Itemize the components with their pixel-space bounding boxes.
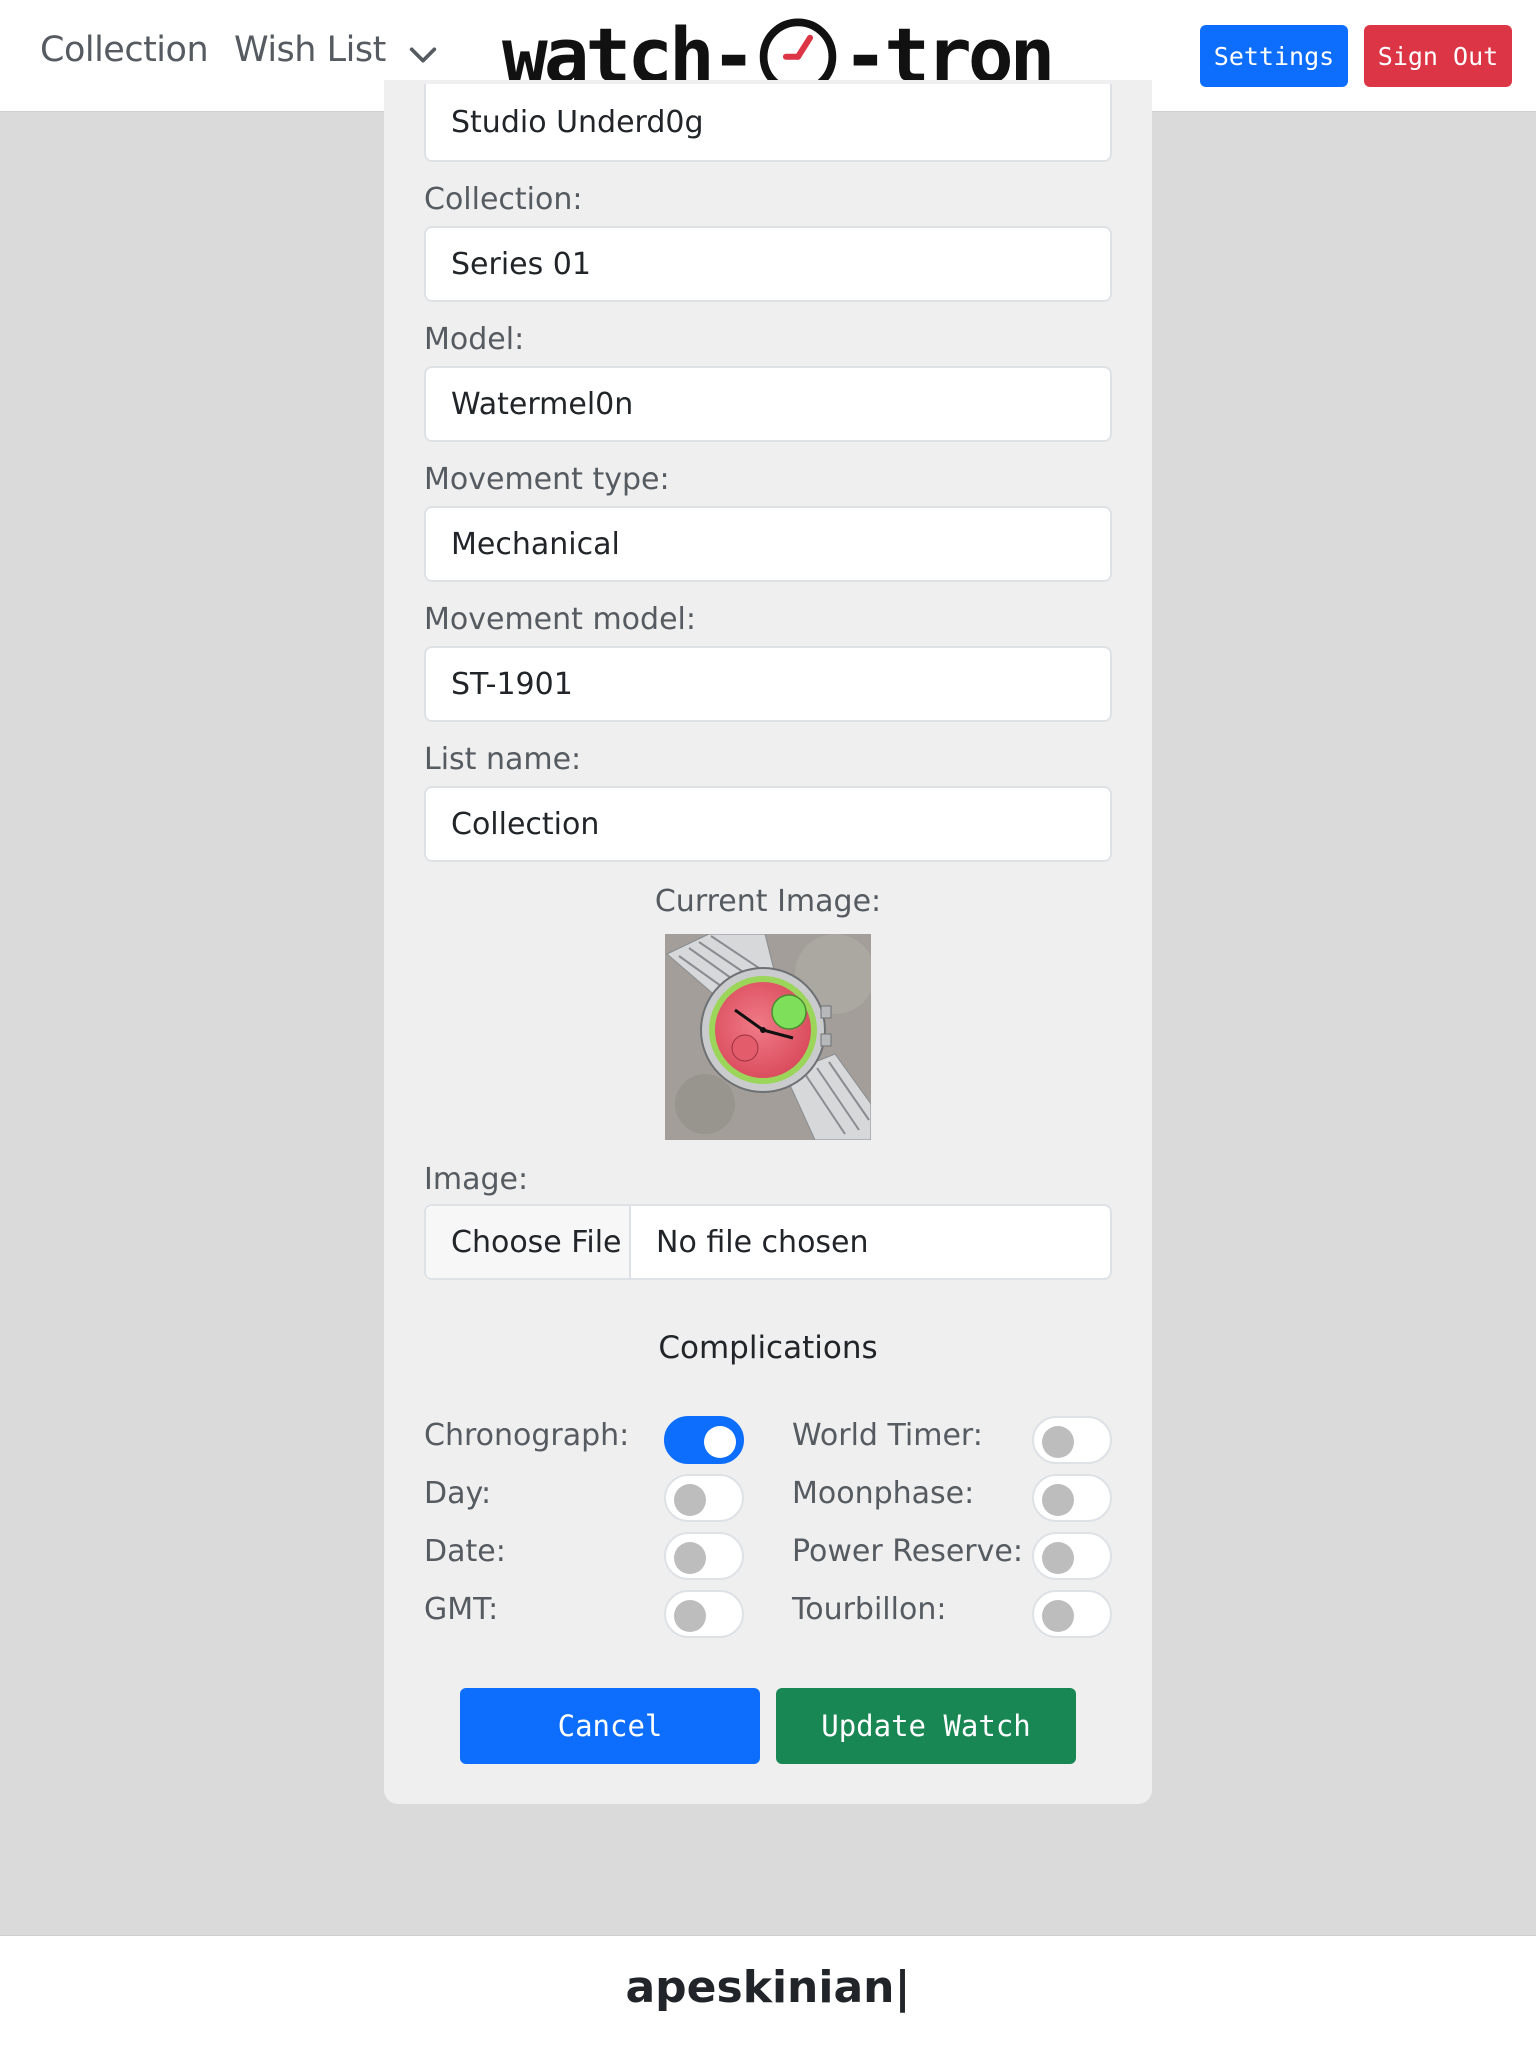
toggle-knob	[1042, 1426, 1074, 1458]
complication-label-moonphase: Moonphase:	[792, 1476, 975, 1511]
toggle-knob	[1042, 1600, 1074, 1632]
movement-type-label: Movement type:	[424, 462, 670, 497]
toggle-knob	[1042, 1542, 1074, 1574]
movement-model-label: Movement model:	[424, 602, 696, 637]
complication-label-day: Day:	[424, 1476, 492, 1511]
complication-label-gmt: GMT:	[424, 1592, 499, 1627]
nav-wishlist-link[interactable]: Wish List	[234, 30, 386, 70]
toggle-knob	[674, 1542, 706, 1574]
complication-label-chronograph: Chronograph:	[424, 1418, 630, 1453]
world-timer-toggle[interactable]	[1032, 1416, 1112, 1464]
complication-label-world-timer: World Timer:	[792, 1418, 983, 1453]
complication-label-power-reserve: Power Reserve:	[792, 1534, 1023, 1569]
toggle-knob	[674, 1484, 706, 1516]
day-toggle[interactable]	[664, 1474, 744, 1522]
gmt-toggle[interactable]	[664, 1590, 744, 1638]
settings-button[interactable]: Settings	[1200, 25, 1348, 87]
list-name-label: List name:	[424, 742, 582, 777]
complications-heading: Complications	[658, 1330, 878, 1366]
collection-field[interactable]: Series 01	[424, 226, 1112, 302]
current-image-label: Current Image:	[654, 884, 882, 919]
brand-field[interactable]: Studio Underd0g	[424, 84, 1112, 162]
model-field[interactable]: Watermel0n	[424, 366, 1112, 442]
update-watch-button[interactable]: Update Watch	[776, 1688, 1076, 1764]
current-watch-image	[665, 934, 871, 1140]
image-file-input[interactable]: Choose File No file chosen	[424, 1204, 1112, 1280]
complication-label-date: Date:	[424, 1534, 506, 1569]
power-reserve-toggle[interactable]	[1032, 1532, 1112, 1580]
movement-type-field[interactable]: Mechanical	[424, 506, 1112, 582]
nav-collection-link[interactable]: Collection	[40, 30, 209, 70]
list-name-field[interactable]: Collection	[424, 786, 1112, 862]
file-status-text: No file chosen	[656, 1224, 869, 1260]
sign-out-button[interactable]: Sign Out	[1364, 25, 1512, 87]
toggle-knob	[1042, 1484, 1074, 1516]
footer: apeskinian|	[0, 1935, 1536, 2048]
footer-username: apeskinian|	[625, 1962, 911, 2013]
chronograph-toggle[interactable]	[664, 1416, 744, 1464]
complication-label-tourbillon: Tourbillon:	[792, 1592, 947, 1627]
toggle-knob	[674, 1600, 706, 1632]
toggle-knob	[704, 1426, 736, 1458]
collection-label: Collection:	[424, 182, 583, 217]
model-label: Model:	[424, 322, 525, 357]
cancel-button[interactable]: Cancel	[460, 1688, 760, 1764]
movement-model-field[interactable]: ST-1901	[424, 646, 1112, 722]
moonphase-toggle[interactable]	[1032, 1474, 1112, 1522]
choose-file-button[interactable]: Choose File	[426, 1206, 631, 1278]
image-upload-label: Image:	[424, 1162, 529, 1197]
tourbillon-toggle[interactable]	[1032, 1590, 1112, 1638]
date-toggle[interactable]	[664, 1532, 744, 1580]
chevron-down-icon[interactable]	[406, 38, 440, 72]
